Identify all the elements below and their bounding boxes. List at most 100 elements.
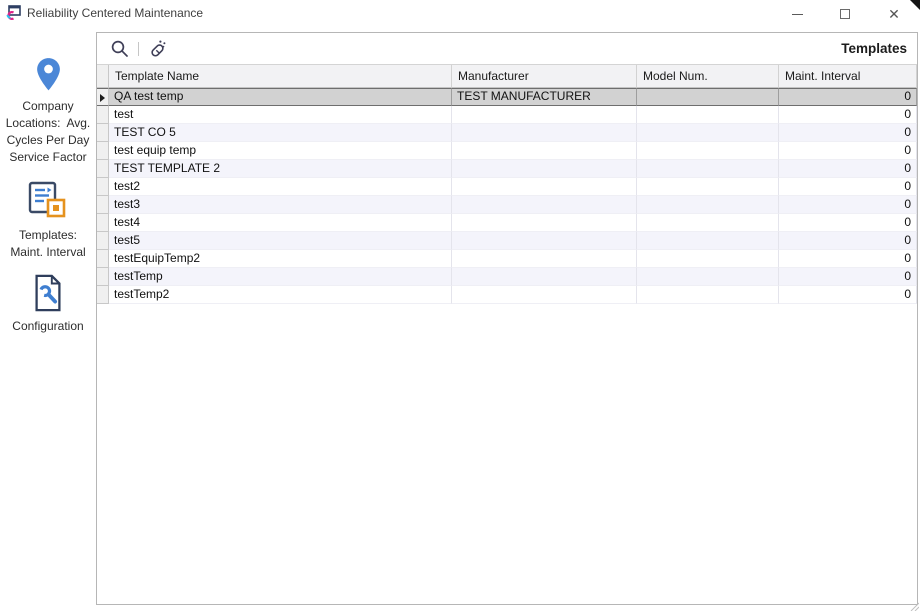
sidebar-item-templates[interactable]: Templates: Maint. Interval: [0, 181, 96, 261]
cell-model-num[interactable]: [637, 106, 779, 124]
column-header-maint-interval[interactable]: Maint. Interval: [779, 65, 917, 88]
cell-maint-interval[interactable]: 0: [779, 160, 917, 178]
column-header-manufacturer[interactable]: Manufacturer: [452, 65, 637, 88]
resize-grip-icon[interactable]: [909, 601, 919, 611]
cell-maint-interval[interactable]: 0: [779, 214, 917, 232]
templates-grid: Template Name Manufacturer Model Num. Ma…: [97, 65, 917, 304]
table-row[interactable]: testTemp2 0: [97, 286, 917, 304]
maximize-icon: [840, 9, 850, 19]
cell-maint-interval[interactable]: 0: [779, 268, 917, 286]
row-selector-cell[interactable]: [97, 88, 109, 106]
table-row[interactable]: QA test temp TEST MANUFACTURER 0: [97, 88, 917, 106]
cell-model-num[interactable]: [637, 214, 779, 232]
grid-header: Template Name Manufacturer Model Num. Ma…: [97, 65, 917, 88]
configuration-document-wrench-icon: [32, 274, 64, 312]
search-icon[interactable]: [110, 39, 129, 58]
app-icon: [5, 5, 22, 22]
selected-row-arrow-icon: [100, 94, 105, 102]
cell-maint-interval[interactable]: 0: [779, 178, 917, 196]
cell-manufacturer[interactable]: [452, 124, 637, 142]
cell-manufacturer[interactable]: [452, 232, 637, 250]
toolbar: Templates: [97, 33, 917, 65]
sidebar-item-label: Company Locations: Avg. Cycles Per Day S…: [6, 98, 91, 166]
table-row[interactable]: test5 0: [97, 232, 917, 250]
location-pin-icon: [35, 57, 62, 92]
table-row[interactable]: testEquipTemp2 0: [97, 250, 917, 268]
row-selector-cell[interactable]: [97, 232, 109, 250]
cell-model-num[interactable]: [637, 250, 779, 268]
cell-template-name[interactable]: QA test temp: [109, 88, 452, 106]
row-selector-cell[interactable]: [97, 124, 109, 142]
row-selector-header: [97, 65, 109, 88]
cell-manufacturer[interactable]: [452, 214, 637, 232]
maximize-button[interactable]: [828, 0, 862, 28]
sidebar: Company Locations: Avg. Cycles Per Day S…: [0, 28, 96, 612]
cell-template-name[interactable]: testEquipTemp2: [109, 250, 452, 268]
sidebar-item-company-locations[interactable]: Company Locations: Avg. Cycles Per Day S…: [0, 57, 96, 166]
close-button[interactable]: ✕: [877, 0, 911, 28]
column-header-template-name[interactable]: Template Name: [109, 65, 452, 88]
row-selector-cell[interactable]: [97, 268, 109, 286]
cell-template-name[interactable]: test2: [109, 178, 452, 196]
cell-manufacturer[interactable]: [452, 178, 637, 196]
cell-maint-interval[interactable]: 0: [779, 196, 917, 214]
cell-maint-interval[interactable]: 0: [779, 106, 917, 124]
row-selector-cell[interactable]: [97, 250, 109, 268]
cell-manufacturer[interactable]: TEST MANUFACTURER: [452, 88, 637, 106]
cell-model-num[interactable]: [637, 160, 779, 178]
row-selector-cell[interactable]: [97, 178, 109, 196]
cell-manufacturer[interactable]: [452, 268, 637, 286]
toolbar-separator: [138, 42, 139, 56]
sidebar-item-label: Templates: Maint. Interval: [10, 227, 85, 261]
row-selector-cell[interactable]: [97, 214, 109, 232]
cell-model-num[interactable]: [637, 88, 779, 106]
minimize-button[interactable]: [780, 0, 814, 28]
cell-template-name[interactable]: test4: [109, 214, 452, 232]
cell-manufacturer[interactable]: [452, 142, 637, 160]
column-header-model-num[interactable]: Model Num.: [637, 65, 779, 88]
cell-maint-interval[interactable]: 0: [779, 286, 917, 304]
cell-template-name[interactable]: TEST TEMPLATE 2: [109, 160, 452, 178]
table-row[interactable]: TEST TEMPLATE 2 0: [97, 160, 917, 178]
table-row[interactable]: test2 0: [97, 178, 917, 196]
cell-model-num[interactable]: [637, 286, 779, 304]
row-selector-cell[interactable]: [97, 196, 109, 214]
cell-template-name[interactable]: testTemp: [109, 268, 452, 286]
cell-template-name[interactable]: test: [109, 106, 452, 124]
cell-manufacturer[interactable]: [452, 106, 637, 124]
cell-maint-interval[interactable]: 0: [779, 142, 917, 160]
cell-template-name[interactable]: TEST CO 5: [109, 124, 452, 142]
table-row[interactable]: test equip temp 0: [97, 142, 917, 160]
cell-template-name[interactable]: test5: [109, 232, 452, 250]
cell-model-num[interactable]: [637, 124, 779, 142]
cell-manufacturer[interactable]: [452, 250, 637, 268]
cell-model-num[interactable]: [637, 232, 779, 250]
row-selector-cell[interactable]: [97, 106, 109, 124]
cell-template-name[interactable]: testTemp2: [109, 286, 452, 304]
cell-model-num[interactable]: [637, 196, 779, 214]
table-row[interactable]: testTemp 0: [97, 268, 917, 286]
cell-model-num[interactable]: [637, 178, 779, 196]
table-row[interactable]: test3 0: [97, 196, 917, 214]
row-selector-cell[interactable]: [97, 286, 109, 304]
table-row[interactable]: test 0: [97, 106, 917, 124]
row-selector-cell[interactable]: [97, 160, 109, 178]
window-title: Reliability Centered Maintenance: [27, 0, 203, 28]
sidebar-item-configuration[interactable]: Configuration: [0, 274, 96, 335]
cell-maint-interval[interactable]: 0: [779, 232, 917, 250]
table-row[interactable]: test4 0: [97, 214, 917, 232]
row-selector-cell[interactable]: [97, 142, 109, 160]
cell-template-name[interactable]: test3: [109, 196, 452, 214]
cell-model-num[interactable]: [637, 268, 779, 286]
wand-icon[interactable]: [148, 39, 167, 58]
table-row[interactable]: TEST CO 5 0: [97, 124, 917, 142]
cell-maint-interval[interactable]: 0: [779, 124, 917, 142]
cell-template-name[interactable]: test equip temp: [109, 142, 452, 160]
cell-model-num[interactable]: [637, 142, 779, 160]
cell-manufacturer[interactable]: [452, 286, 637, 304]
minimize-icon: [792, 14, 803, 15]
cell-manufacturer[interactable]: [452, 160, 637, 178]
cell-maint-interval[interactable]: 0: [779, 250, 917, 268]
cell-maint-interval[interactable]: 0: [779, 88, 917, 106]
cell-manufacturer[interactable]: [452, 196, 637, 214]
